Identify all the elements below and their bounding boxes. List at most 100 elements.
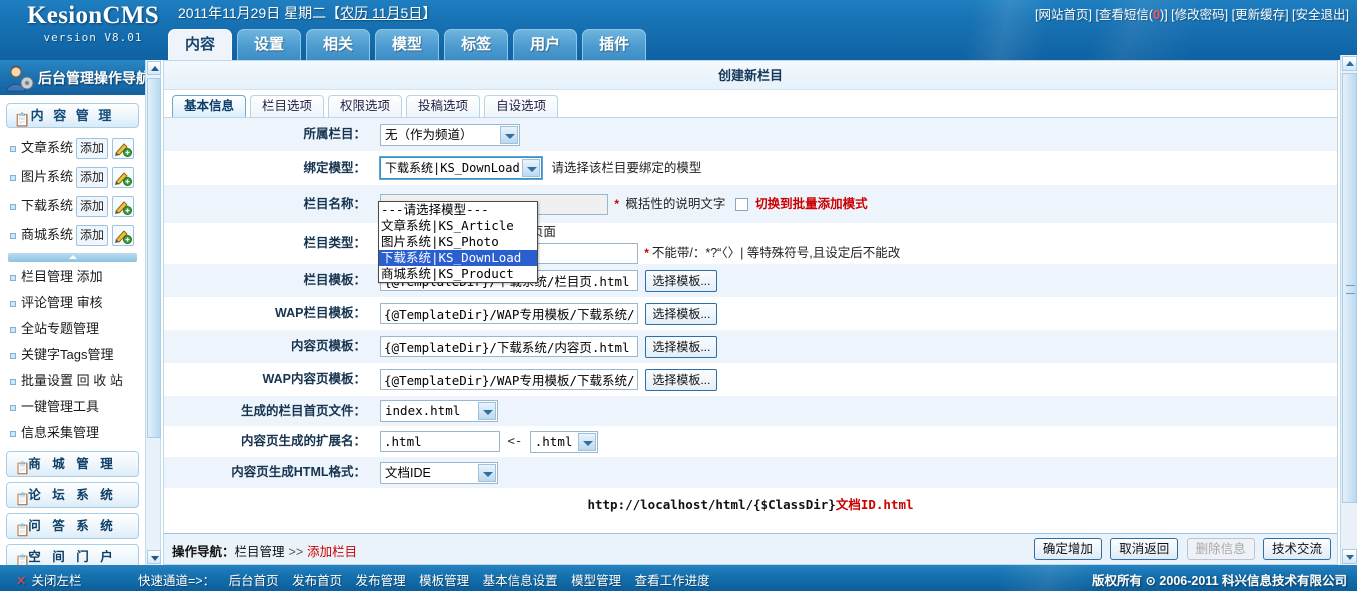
tab-permission-options[interactable]: 权限选项 — [328, 95, 402, 117]
sidebar-group-mall-management[interactable]: 📋商 城 管 理 — [6, 451, 139, 477]
tab-plugins[interactable]: 插件 — [582, 29, 646, 60]
sidebar-group-label: 问 答 系 统 — [28, 519, 116, 533]
add-button[interactable]: 添加 — [76, 196, 108, 217]
batch-mode-label[interactable]: 切换到批量添加模式 — [755, 197, 868, 211]
add-button[interactable]: 添加 — [76, 138, 108, 159]
sidebar-item-label[interactable]: 文章系统 — [21, 140, 73, 155]
add-button[interactable]: 添加 — [76, 167, 108, 188]
quick-link-work-progress[interactable]: 查看工作进度 — [635, 574, 710, 588]
index-file-select[interactable]: index.html — [380, 400, 498, 422]
bind-model-select[interactable]: 下载系统|KS_DownLoad — [380, 157, 542, 179]
bullet-icon — [10, 175, 16, 181]
page-scroll-thumb[interactable] — [1342, 73, 1357, 503]
site-home-link[interactable]: [网站首页] — [1035, 8, 1092, 22]
sidebar-item-photo-system[interactable]: 图片系统添加 — [6, 162, 139, 191]
sidebar-item-label: 一键管理工具 — [21, 399, 99, 414]
content-template-input[interactable] — [380, 336, 638, 357]
parent-column-select[interactable]: 无（作为频道） — [380, 124, 520, 146]
column-name-hint: 概括性的说明文字 — [625, 197, 725, 211]
sidebar-group-content-management[interactable]: 📋 内 容 管 理 — [6, 103, 139, 128]
sidebar-item-article-system[interactable]: 文章系统添加 — [6, 133, 139, 162]
sidebar-item-data-collection[interactable]: 信息采集管理 — [6, 420, 139, 446]
change-password-link[interactable]: [修改密码] — [1171, 8, 1228, 22]
sidebar-collapse-divider[interactable] — [8, 253, 137, 262]
sidebar-item-comment-management[interactable]: 评论管理 审核 — [6, 290, 139, 316]
scroll-down-arrow-icon[interactable] — [1342, 549, 1357, 564]
dropdown-option[interactable]: ---请选择模型--- — [379, 202, 537, 218]
wap-column-template-control: 选择模板... — [374, 303, 1337, 325]
sidebar-item-column-management[interactable]: 栏目管理 添加 — [6, 264, 139, 290]
sidebar-scrollbar[interactable] — [145, 60, 161, 565]
batch-mode-checkbox[interactable] — [735, 198, 748, 211]
sidebar-item-label[interactable]: 下载系统 — [21, 198, 73, 213]
tab-settings[interactable]: 设置 — [237, 29, 301, 60]
quick-link-model-manage[interactable]: 模型管理 — [571, 574, 621, 588]
tech-exchange-button[interactable]: 技术交流 — [1263, 538, 1331, 560]
quick-link-publish-manage[interactable]: 发布管理 — [356, 574, 406, 588]
tab-model[interactable]: 模型 — [375, 29, 439, 60]
scroll-down-arrow-icon[interactable] — [147, 550, 161, 564]
add-button[interactable]: 添加 — [76, 225, 108, 246]
sidebar-scroll-thumb[interactable] — [147, 78, 161, 438]
main-tab-bar: 内容 设置 相关 模型 标签 用户 插件 — [168, 29, 651, 60]
dropdown-option[interactable]: 商城系统|KS_Product — [379, 266, 537, 282]
confirm-add-button[interactable]: 确定增加 — [1034, 538, 1102, 560]
bullet-icon — [10, 301, 16, 307]
clipboard-icon: 📋 — [15, 487, 30, 511]
logout-link[interactable]: [安全退出] — [1292, 8, 1349, 22]
messages-link[interactable]: [查看短信(0)] — [1095, 8, 1167, 22]
tab-column-options[interactable]: 栏目选项 — [250, 95, 324, 117]
extension-input[interactable] — [380, 431, 500, 452]
close-left-panel-button[interactable]: ✕关闭左栏 — [16, 570, 82, 589]
arrow-left-icon: <- — [507, 433, 522, 448]
pick-template-button[interactable]: 选择模板... — [645, 336, 717, 358]
sidebar-item-tags-management[interactable]: 关键字Tags管理 — [6, 342, 139, 368]
tab-basic-info[interactable]: 基本信息 — [172, 95, 246, 117]
pick-template-button[interactable]: 选择模板... — [645, 270, 717, 292]
scroll-up-arrow-icon[interactable] — [147, 61, 161, 75]
tab-tags[interactable]: 标签 — [444, 29, 508, 60]
tab-users[interactable]: 用户 — [513, 29, 577, 60]
edit-pencil-icon[interactable] — [112, 138, 134, 159]
dropdown-option[interactable]: 文章系统|KS_Article — [379, 218, 537, 234]
scroll-up-arrow-icon[interactable] — [1342, 56, 1357, 71]
dropdown-option[interactable]: 图片系统|KS_Photo — [379, 234, 537, 250]
sidebar-item-one-key-tools[interactable]: 一键管理工具 — [6, 394, 139, 420]
refresh-cache-link[interactable]: [更新缓存] — [1232, 8, 1289, 22]
quick-link-basic-settings[interactable]: 基本信息设置 — [483, 574, 558, 588]
bind-model-dropdown-list[interactable]: ---请选择模型--- 文章系统|KS_Article 图片系统|KS_Phot… — [378, 201, 538, 283]
wap-column-template-input[interactable] — [380, 303, 638, 324]
edit-pencil-icon[interactable] — [112, 196, 134, 217]
quick-link-publish-home[interactable]: 发布首页 — [292, 574, 342, 588]
bullet-icon — [10, 353, 16, 359]
sidebar-item-label[interactable]: 图片系统 — [21, 169, 73, 184]
edit-pencil-icon[interactable] — [112, 167, 134, 188]
bullet-icon — [10, 204, 16, 210]
cancel-back-button[interactable]: 取消返回 — [1110, 538, 1178, 560]
sidebar-group-forum-system[interactable]: 📋论 坛 系 统 — [6, 482, 139, 508]
sidebar-item-site-topic-management[interactable]: 全站专题管理 — [6, 316, 139, 342]
sidebar-item-mall-system[interactable]: 商城系统添加 — [6, 220, 139, 249]
wap-content-template-input[interactable] — [380, 369, 638, 390]
sidebar-group-space-portal[interactable]: 📋空 间 门 户 — [6, 544, 139, 565]
tab-submission-options[interactable]: 投稿选项 — [406, 95, 480, 117]
sidebar-item-download-system[interactable]: 下载系统添加 — [6, 191, 139, 220]
extension-label: 内容页生成的扩展名： — [164, 427, 374, 456]
extension-select[interactable]: .html — [530, 431, 598, 453]
quick-link-template-manage[interactable]: 模板管理 — [419, 574, 469, 588]
tab-custom-options[interactable]: 自设选项 — [484, 95, 558, 117]
tab-content[interactable]: 内容 — [168, 29, 232, 60]
pick-template-button[interactable]: 选择模板... — [645, 303, 717, 325]
html-format-select[interactable]: 文档IDE — [380, 462, 498, 484]
sidebar-item-label[interactable]: 商城系统 — [21, 227, 73, 242]
quick-link-admin-home[interactable]: 后台首页 — [229, 574, 279, 588]
sidebar-group-qa-system[interactable]: 📋问 答 系 统 — [6, 513, 139, 539]
dropdown-option-selected[interactable]: 下载系统|KS_DownLoad — [379, 250, 537, 266]
tab-related[interactable]: 相关 — [306, 29, 370, 60]
breadcrumb-parent[interactable]: 栏目管理 — [235, 545, 285, 559]
column-english-name-hint: 不能带/：*?“〈〉| 等特殊符号,且设定后不能改 — [652, 246, 900, 260]
page-scrollbar[interactable] — [1340, 55, 1357, 565]
pick-template-button[interactable]: 选择模板... — [645, 369, 717, 391]
sidebar-item-batch-settings-recycle[interactable]: 批量设置 回 收 站 — [6, 368, 139, 394]
edit-pencil-icon[interactable] — [112, 225, 134, 246]
